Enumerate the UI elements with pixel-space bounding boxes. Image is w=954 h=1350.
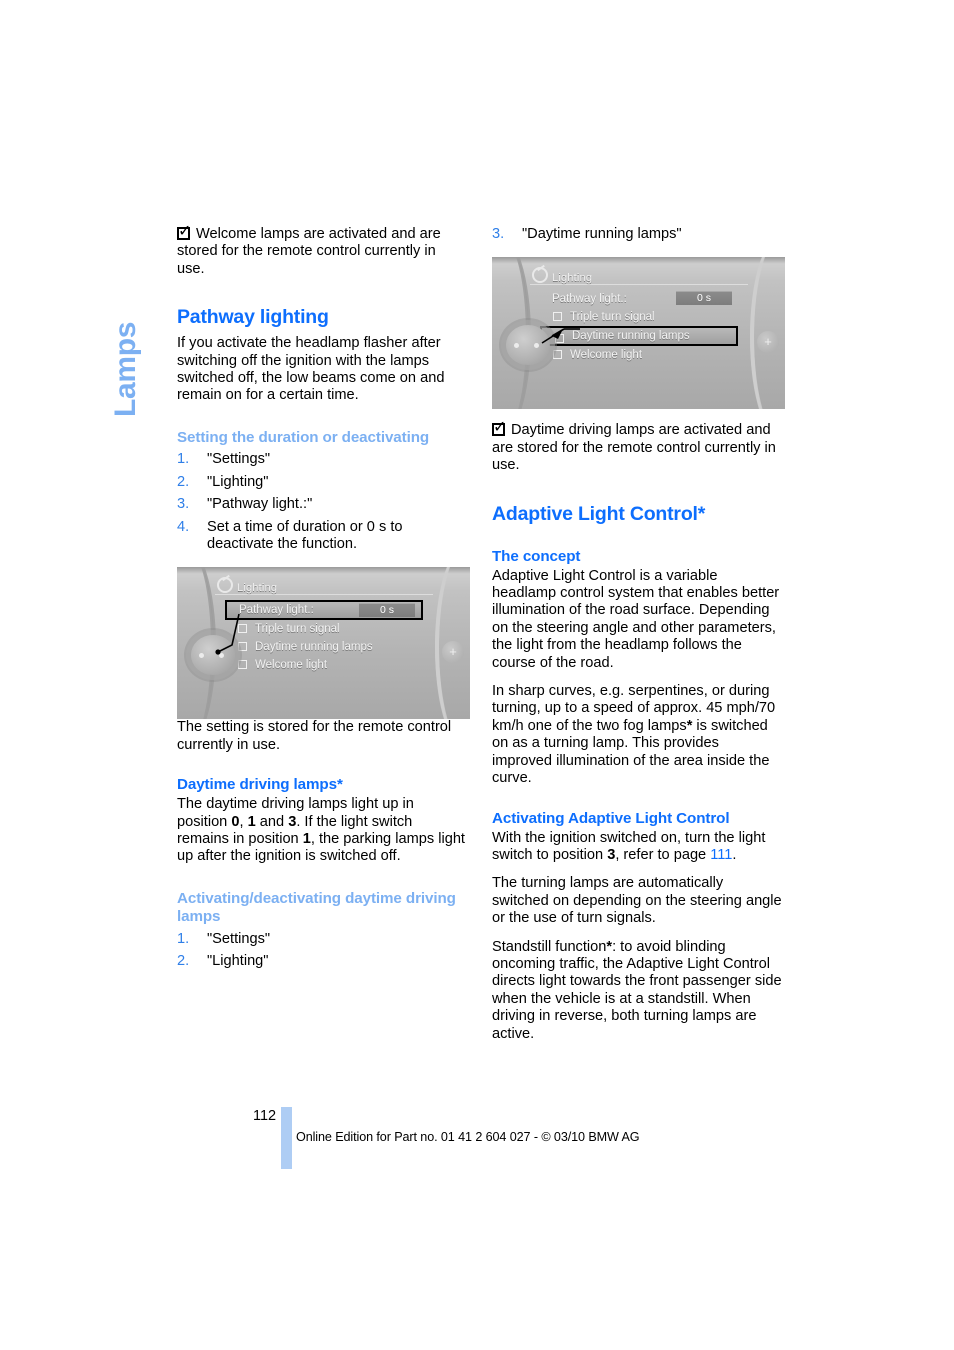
concept-paragraph-2: In sharp curves, e.g. serpentines, or du… bbox=[492, 683, 782, 787]
activating-paragraph-1: With the ignition switched on, turn the … bbox=[492, 830, 782, 865]
manual-page: Lamps ✓ Welcome lamps are activated and … bbox=[0, 0, 954, 1350]
right-column: 3. "Daytime running lamps" Lighting Path… bbox=[492, 226, 785, 1054]
step-number: 4. bbox=[177, 518, 190, 535]
page-number: 112 bbox=[253, 1108, 277, 1124]
note-welcome-lamps: ✓ Welcome lamps are activated and are st… bbox=[177, 221, 467, 278]
step-text: "Lighting" bbox=[207, 953, 269, 970]
step-text: "Pathway light.:" bbox=[207, 496, 313, 513]
footer-accent-bar bbox=[281, 1107, 292, 1169]
idrive-screenshot-pathway: Lighting Pathway light.: 0 s Triple turn… bbox=[177, 567, 470, 720]
step-number: 3. bbox=[492, 226, 505, 242]
idrive-screenshot-daytime: Lighting Pathway light.: 0 s Triple turn… bbox=[492, 257, 785, 410]
text-c: . bbox=[732, 846, 737, 863]
activating-daytime-steps-continued: 3. "Daytime running lamps" bbox=[492, 226, 782, 243]
heading-pathway-lighting: Pathway lighting bbox=[177, 306, 329, 329]
note-daytime-lamps-text: Daytime driving lamps are activated and … bbox=[492, 422, 776, 474]
list-item: 2. "Lighting" bbox=[177, 953, 467, 970]
chapter-tab: Lamps bbox=[104, 222, 148, 422]
heading-daytime-driving-lamps: Daytime driving lamps* bbox=[177, 776, 343, 794]
step-text: "Settings" bbox=[207, 930, 271, 947]
list-item: 4. Set a time of duration or 0 s to deac… bbox=[177, 519, 467, 554]
page-reference-link[interactable]: 111 bbox=[710, 847, 732, 863]
step-text: "Settings" bbox=[207, 451, 271, 468]
list-item: 2. "Lighting" bbox=[177, 474, 467, 491]
note-daytime-lamps: ✓ Daytime driving lamps are activated an… bbox=[492, 417, 782, 474]
text-a: Standstill function bbox=[492, 938, 607, 955]
callout-line bbox=[541, 328, 580, 345]
heading-setting-duration: Setting the duration or deactivating bbox=[177, 428, 430, 446]
daytime-driving-lamps-body: The daytime driving lamps light up in po… bbox=[177, 796, 467, 866]
step-number: 3. bbox=[177, 496, 190, 513]
text-d: and bbox=[255, 813, 289, 830]
activating-paragraph-2: The turning lamps are automatically swit… bbox=[492, 875, 782, 927]
callout-line bbox=[215, 614, 240, 655]
list-item: 3. "Pathway light.:" bbox=[177, 496, 467, 513]
step-number: 1. bbox=[177, 930, 190, 947]
step-number: 2. bbox=[177, 953, 190, 970]
setting-duration-steps: 1. "Settings" 2. "Lighting" 3. "Pathway … bbox=[177, 451, 467, 553]
heading-activating-alc: Activating Adaptive Light Control bbox=[492, 809, 730, 827]
heading-activating-daytime: Activating/deactivating daytime driving … bbox=[177, 889, 456, 926]
checked-checkbox-icon: ✓ bbox=[492, 417, 507, 437]
step-text: "Daytime running lamps" bbox=[522, 226, 682, 242]
checked-checkbox-icon: ✓ bbox=[177, 221, 192, 240]
step-number: 1. bbox=[177, 451, 190, 468]
activating-daytime-steps: 1. "Settings" 2. "Lighting" bbox=[177, 931, 467, 971]
step-text: "Lighting" bbox=[207, 473, 269, 490]
list-item: 3. "Daytime running lamps" bbox=[492, 226, 782, 243]
step-number: 2. bbox=[177, 473, 190, 490]
caption-setting-stored: The setting is stored for the remote con… bbox=[177, 719, 452, 753]
left-column: ✓ Welcome lamps are activated and are st… bbox=[177, 221, 470, 976]
list-item: 1. "Settings" bbox=[177, 451, 467, 468]
position-1: 1 bbox=[247, 813, 256, 830]
standstill-paragraph: Standstill function*: to avoid blinding … bbox=[492, 939, 782, 1043]
pathway-lighting-body: If you activate the headlamp flasher aft… bbox=[177, 335, 445, 404]
note-welcome-lamps-text: Welcome lamps are activated and are stor… bbox=[177, 226, 441, 277]
text-c: , bbox=[239, 813, 248, 830]
step-text: Set a time of duration or 0 s to deactiv… bbox=[207, 518, 403, 552]
position-1b: 1 bbox=[302, 831, 311, 847]
heading-the-concept: The concept bbox=[492, 547, 581, 565]
text-b: , refer to page bbox=[615, 846, 711, 863]
heading-adaptive-light-control: Adaptive Light Control* bbox=[492, 502, 706, 525]
footer-imprint: Online Edition for Part no. 01 41 2 604 … bbox=[296, 1130, 640, 1144]
concept-paragraph-1: Adaptive Light Control is a variable hea… bbox=[492, 567, 780, 671]
list-item: 1. "Settings" bbox=[177, 931, 467, 948]
chapter-tab-label: Lamps bbox=[109, 321, 142, 417]
